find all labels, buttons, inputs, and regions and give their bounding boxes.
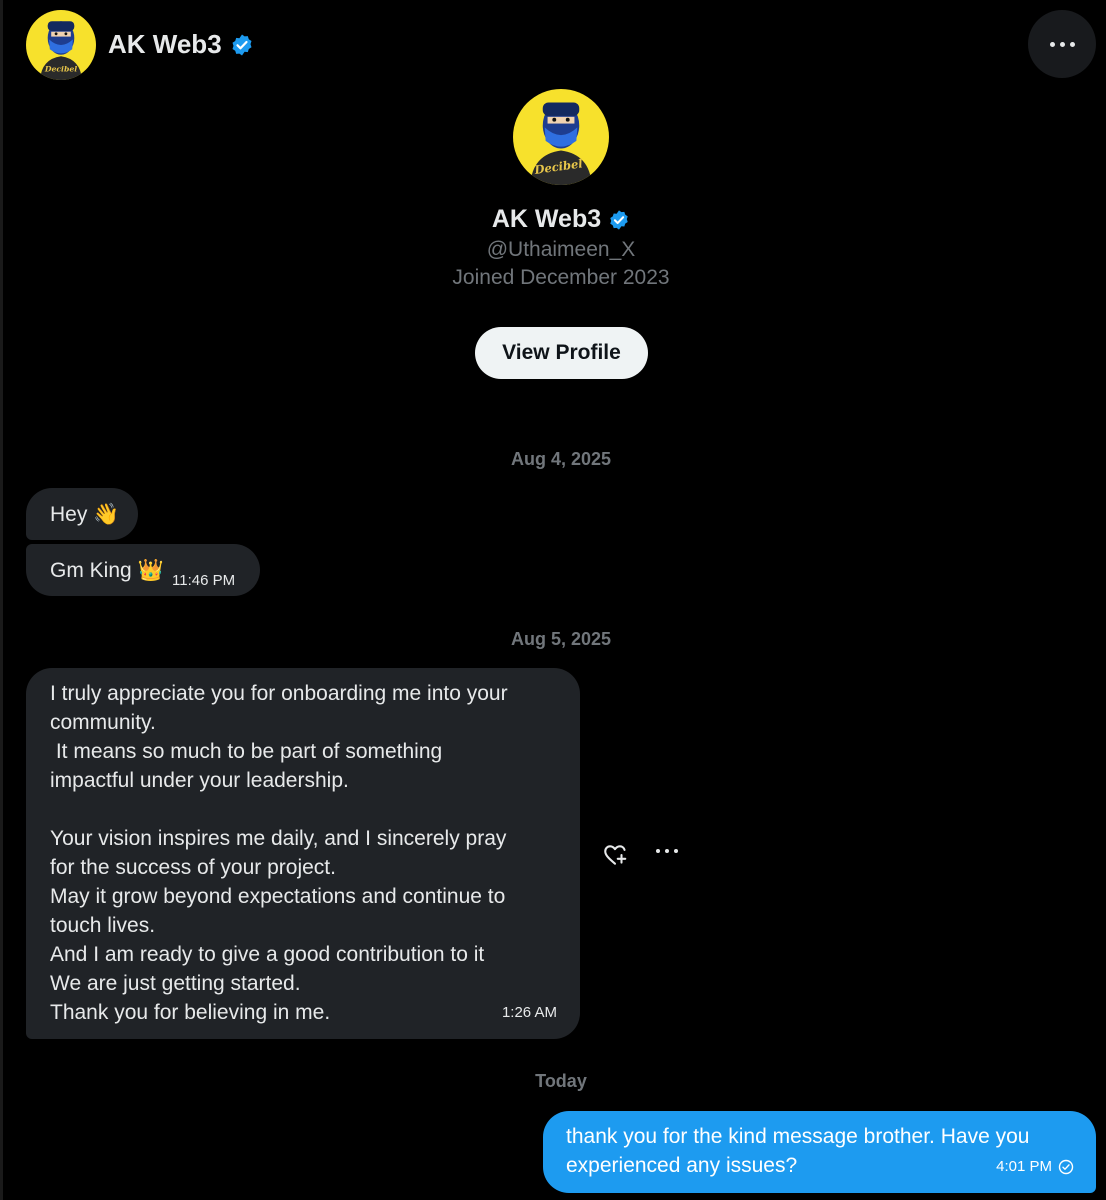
date-separator: Today <box>535 1071 587 1091</box>
react-button[interactable] <box>602 842 628 873</box>
message-bubble-incoming[interactable]: Gm King 👑 11:46 PM <box>26 544 260 596</box>
more-options-icon <box>1049 41 1075 47</box>
ninja-avatar-icon: Decibel <box>26 10 96 80</box>
heart-plus-icon <box>604 845 627 865</box>
more-options-button[interactable] <box>1028 10 1096 78</box>
message-timestamp: 11:46 PM <box>172 572 236 589</box>
ninja-avatar-icon: Decibel <box>513 89 609 185</box>
message-bubble-incoming[interactable]: I truly appreciate you for onboarding me… <box>26 668 580 1039</box>
date-separator: Aug 5, 2025 <box>510 629 612 649</box>
verified-badge-icon <box>610 209 628 230</box>
message-bubble-outgoing[interactable]: thank you for the kind message brother. … <box>543 1111 1096 1193</box>
message-bubble-incoming[interactable]: Hey 👋 <box>26 488 138 540</box>
profile-avatar[interactable]: Decibel <box>513 89 609 185</box>
profile-name: AK Web3 <box>491 205 602 233</box>
date-separator: Aug 4, 2025 <box>510 449 612 469</box>
view-profile-button[interactable]: View Profile <box>475 327 648 379</box>
profile-handle: @Uthaimeen_X <box>486 238 636 261</box>
message-text: Hey 👋 <box>50 503 120 526</box>
message-text: Gm King 👑 <box>50 559 164 582</box>
message-text: I truly appreciate you for onboarding me… <box>50 682 508 1024</box>
sent-check-icon <box>1058 1159 1074 1174</box>
profile-card: Decibel AK Web3 @Uthaimeen_X Joined Dece… <box>0 86 1106 290</box>
more-options-icon <box>656 849 678 853</box>
profile-name-row: AK Web3 <box>492 205 630 234</box>
conversation-header: Decibel AK Web3 <box>0 0 1106 90</box>
avatar[interactable]: Decibel <box>26 10 96 80</box>
header-name: AK Web3 <box>108 29 222 59</box>
message-more-button[interactable] <box>656 849 678 853</box>
header-name-row: AK Web3 <box>108 29 254 60</box>
profile-joined-date: Joined December 2023 <box>452 266 670 289</box>
message-timestamp: 1:26 AM <box>501 1004 557 1021</box>
message-timestamp: 4:01 PM <box>996 1158 1052 1175</box>
svg-text:Decibel: Decibel <box>44 65 77 74</box>
message-meta: 4:01 PM <box>996 1152 1074 1181</box>
verified-badge-icon <box>232 34 252 55</box>
